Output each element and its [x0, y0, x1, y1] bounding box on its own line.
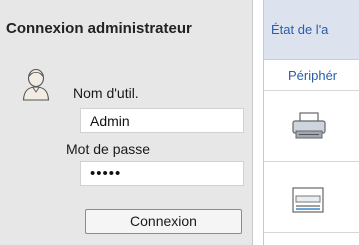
status-panel: État de l'a Périphér: [263, 0, 359, 245]
row-divider: [264, 90, 359, 91]
user-avatar-icon: [22, 68, 50, 101]
login-panel: Connexion administrateur Nom d'util. Mot…: [0, 0, 253, 245]
username-label: Nom d'util.: [73, 85, 139, 101]
printer-icon[interactable]: [291, 111, 327, 141]
login-title: Connexion administrateur: [6, 20, 192, 37]
password-field[interactable]: [80, 161, 244, 186]
row-divider: [264, 161, 359, 162]
status-header-link[interactable]: État de l'a: [271, 22, 328, 37]
row-divider: [264, 232, 359, 233]
login-button[interactable]: Connexion: [85, 209, 242, 234]
password-label: Mot de passe: [66, 141, 151, 157]
scanner-icon[interactable]: [290, 185, 326, 215]
username-field[interactable]: [80, 108, 244, 133]
status-header: État de l'a: [264, 0, 359, 60]
tab-device[interactable]: Périphér: [288, 68, 337, 83]
